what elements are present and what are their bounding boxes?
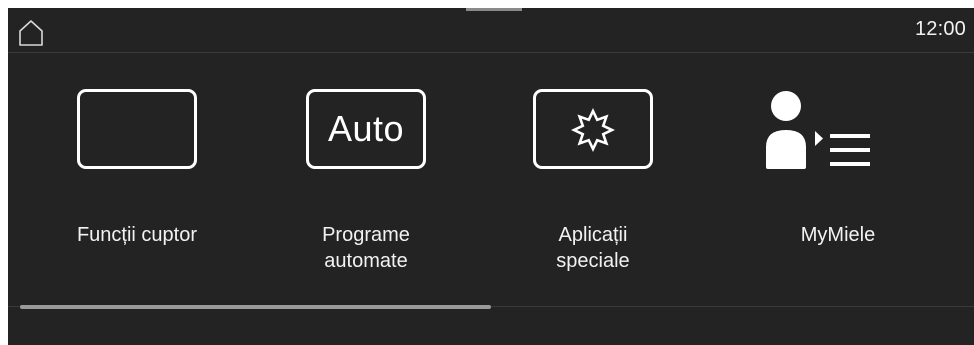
tile-label: Programe automate — [322, 224, 410, 272]
user-list-icon — [743, 89, 933, 181]
tile-special-applications[interactable]: Aplicații speciale — [498, 52, 688, 302]
clock: 12:00 — [914, 18, 966, 40]
auto-icon-text: Auto — [327, 108, 405, 149]
star-burst-icon — [498, 89, 688, 181]
home-icon[interactable] — [18, 20, 44, 46]
auto-icon: Auto — [271, 89, 461, 181]
tile-oven-functions[interactable]: Funcții cuptor — [42, 52, 232, 302]
horizontal-scrollbar-thumb[interactable] — [20, 305, 491, 309]
tile-mymiele[interactable]: MyMiele — [743, 52, 933, 302]
tile-automatic-programs[interactable]: Auto Programe automate — [271, 52, 461, 302]
status-bar: 12:00 — [8, 8, 974, 53]
tile-label: Aplicații speciale — [556, 224, 630, 272]
oven-display-screen: 12:00 Funcții cuptor Auto Programe autom… — [8, 8, 974, 345]
pull-down-handle[interactable] — [466, 8, 522, 11]
blank-frame-icon — [42, 89, 232, 181]
tile-label: MyMiele — [800, 224, 876, 246]
tile-label: Funcții cuptor — [76, 224, 198, 246]
